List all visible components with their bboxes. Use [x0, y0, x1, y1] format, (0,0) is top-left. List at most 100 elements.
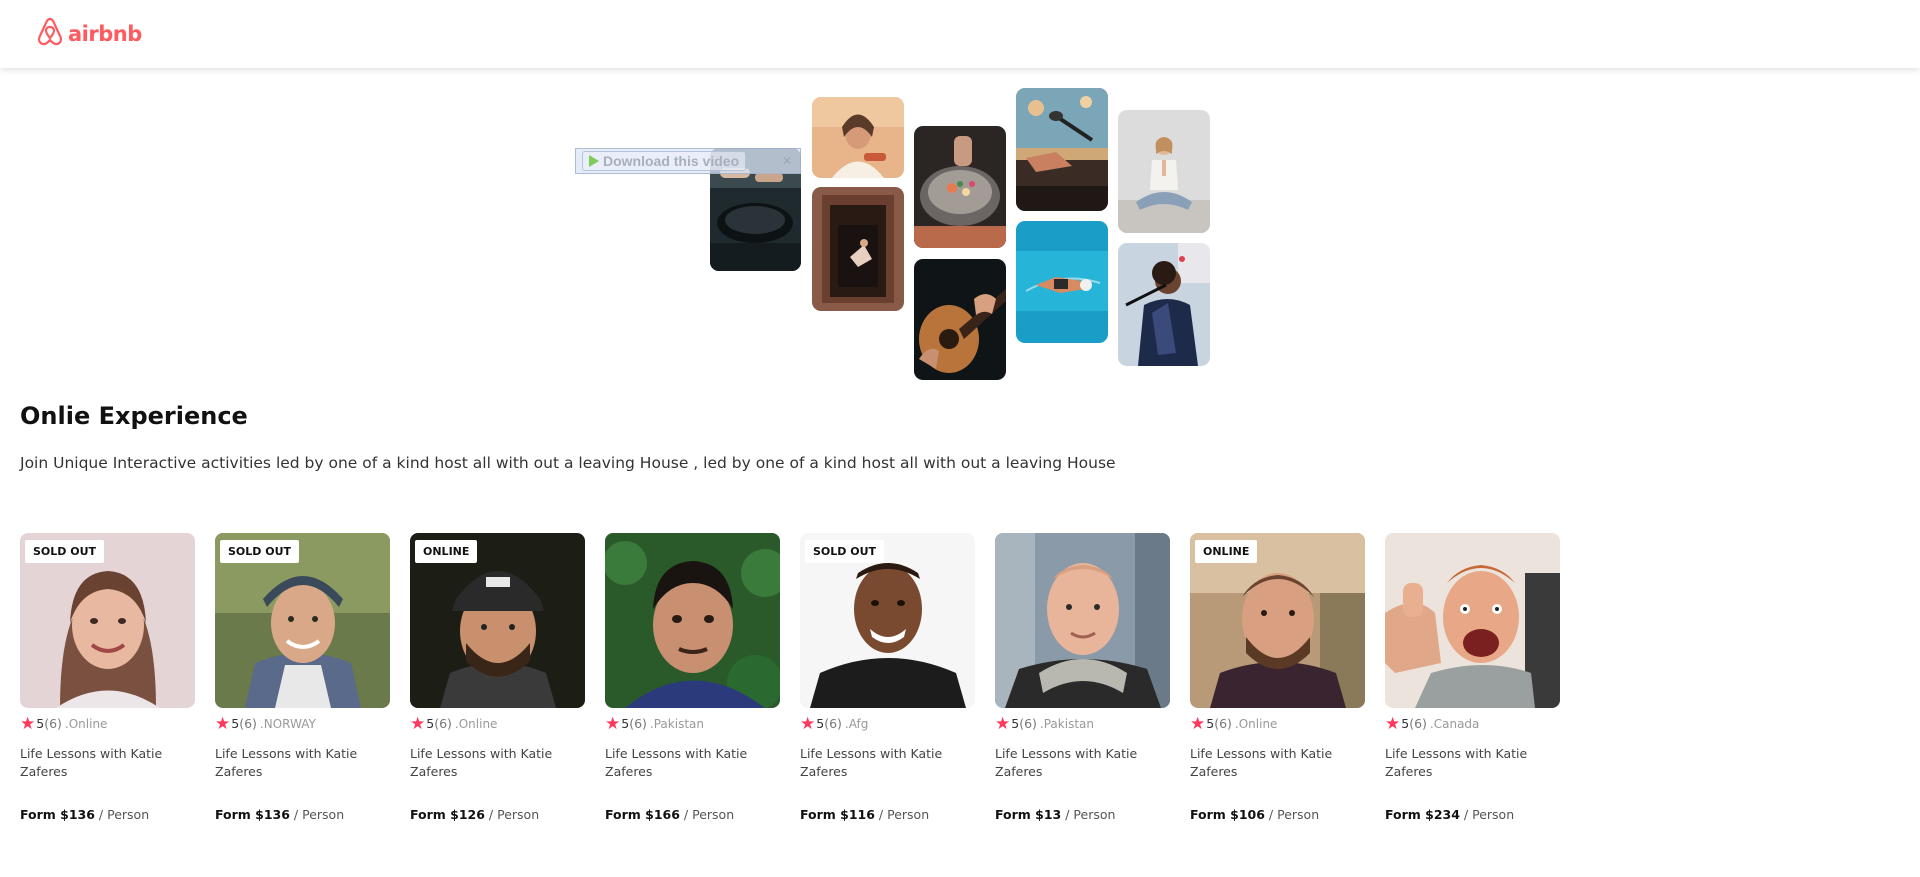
experience-title[interactable]: Life Lessons with Katie Zaferes — [410, 745, 580, 781]
price-row: Form $136 / Person — [20, 807, 149, 822]
experience-title[interactable]: Life Lessons with Katie Zaferes — [1190, 745, 1360, 781]
experience-title[interactable]: Life Lessons with Katie Zaferes — [800, 745, 970, 781]
rating-row: ★ 5 (6) .Pakistan — [995, 713, 1094, 734]
price-value: Form $126 — [410, 807, 485, 822]
price-unit: / Person — [679, 807, 735, 822]
host-photo[interactable]: SOLD OUT — [215, 533, 390, 708]
host-photo[interactable]: ONLINE — [1190, 533, 1365, 708]
photo-food-bowl — [914, 126, 1006, 248]
price-value: Form $136 — [20, 807, 95, 822]
star-icon: ★ — [605, 713, 621, 734]
star-icon: ★ — [410, 713, 426, 734]
photo-doorway-dancer — [812, 187, 904, 311]
experience-card[interactable]: ★ 5 (6) .Pakistan Life Lessons with Kati… — [605, 533, 780, 822]
star-icon: ★ — [215, 713, 231, 734]
star-icon: ★ — [20, 713, 36, 734]
price-unit: / Person — [1061, 807, 1116, 822]
rating-value: 5 — [816, 716, 825, 731]
rating-value: 5 — [1401, 716, 1410, 731]
price-value: Form $116 — [800, 807, 875, 822]
experience-title[interactable]: Life Lessons with Katie Zaferes — [1385, 745, 1555, 781]
host-photo[interactable]: SOLD OUT — [800, 533, 975, 708]
price-row: Form $136 / Person — [215, 807, 344, 822]
photo-yoga — [1118, 110, 1210, 233]
review-count: (6) — [824, 716, 842, 731]
rating-row: ★ 5 (6) .Online — [20, 713, 108, 734]
play-icon — [589, 155, 599, 167]
rating-row: ★ 5 (6) .Afg — [800, 713, 868, 734]
experience-title[interactable]: Life Lessons with Katie Zaferes — [20, 745, 190, 781]
location-label: .NORWAY — [259, 716, 316, 731]
price-unit: / Person — [1264, 807, 1320, 822]
experience-title[interactable]: Life Lessons with Katie Zaferes — [215, 745, 385, 781]
download-video-button[interactable]: Download this video — [582, 151, 747, 171]
rating-row: ★ 5 (6) .Online — [410, 713, 498, 734]
status-badge: SOLD OUT — [25, 540, 105, 563]
star-icon: ★ — [995, 713, 1011, 734]
location-label: .Online — [1234, 716, 1278, 731]
location-label: .Online — [64, 716, 108, 731]
photo-guitar — [914, 259, 1006, 380]
price-value: Form $234 — [1385, 807, 1460, 822]
rating-row: ★ 5 (6) .Pakistan — [605, 713, 704, 734]
close-icon[interactable]: ✕ — [780, 154, 794, 168]
price-row: Form $116 / Person — [800, 807, 929, 822]
experience-card[interactable]: ONLINE ★ 5 (6) .Online Life Lessons with… — [410, 533, 585, 822]
price-value: Form $13 — [995, 807, 1062, 822]
photo-singer — [1118, 243, 1210, 366]
section-title: Onlie Experience — [20, 402, 248, 430]
status-badge: SOLD OUT — [220, 540, 300, 563]
price-value: Form $136 — [215, 807, 290, 822]
host-photo[interactable]: SOLD OUT — [20, 533, 195, 708]
hero-collage: Download this video ✕ — [0, 0, 1920, 390]
star-icon: ★ — [800, 713, 816, 734]
review-count: (6) — [239, 716, 257, 731]
review-count: (6) — [434, 716, 452, 731]
price-unit: / Person — [874, 807, 930, 822]
location-label: .Canada — [1429, 716, 1480, 731]
price-row: Form $106 / Person — [1190, 807, 1319, 822]
review-count: (6) — [1409, 716, 1427, 731]
host-photo[interactable]: ONLINE — [410, 533, 585, 708]
rating-value: 5 — [1206, 716, 1215, 731]
price-value: Form $106 — [1190, 807, 1265, 822]
download-video-bar[interactable]: Download this video ✕ — [575, 148, 801, 174]
experience-card[interactable]: SOLD OUT ★ 5 (6) .Online Life Lessons wi… — [20, 533, 195, 822]
status-badge: ONLINE — [1195, 540, 1258, 563]
experience-card[interactable]: SOLD OUT ★ 5 (6) .Afg Life Lessons with … — [800, 533, 975, 822]
rating-value: 5 — [231, 716, 240, 731]
price-unit: / Person — [94, 807, 150, 822]
host-photo[interactable] — [605, 533, 780, 708]
rating-row: ★ 5 (6) .Canada — [1385, 713, 1480, 734]
photo-swimmer — [1016, 221, 1108, 343]
rating-value: 5 — [1011, 716, 1020, 731]
price-row: Form $13 / Person — [995, 807, 1115, 822]
experience-card[interactable]: ★ 5 (6) .Canada Life Lessons with Katie … — [1385, 533, 1560, 822]
location-label: .Pakistan — [1039, 716, 1094, 731]
host-photo[interactable] — [995, 533, 1170, 708]
star-icon: ★ — [1385, 713, 1401, 734]
review-count: (6) — [44, 716, 62, 731]
download-video-label: Download this video — [603, 153, 740, 169]
experience-card[interactable]: ONLINE ★ 5 (6) .Online Life Lessons with… — [1190, 533, 1365, 822]
experience-title[interactable]: Life Lessons with Katie Zaferes — [995, 745, 1165, 781]
rating-row: ★ 5 (6) .Online — [1190, 715, 1278, 732]
experience-card[interactable]: ★ 5 (6) .Pakistan Life Lessons with Kati… — [995, 533, 1170, 822]
location-label: .Online — [454, 716, 498, 731]
location-label: .Pakistan — [649, 716, 704, 731]
review-count: (6) — [1019, 716, 1037, 731]
experience-title[interactable]: Life Lessons with Katie Zaferes — [605, 745, 775, 781]
price-row: Form $234 / Person — [1385, 807, 1514, 822]
price-unit: / Person — [1459, 807, 1515, 822]
section-description: Join Unique Interactive activities led b… — [20, 454, 1116, 472]
price-unit: / Person — [484, 807, 540, 822]
review-count: (6) — [1214, 716, 1232, 731]
rating-value: 5 — [426, 716, 435, 731]
review-count: (6) — [629, 716, 647, 731]
price-value: Form $166 — [605, 807, 680, 822]
experience-card[interactable]: SOLD OUT ★ 5 (6) .NORWAY Life Lessons wi… — [215, 533, 390, 822]
photo-chef-woman — [812, 97, 904, 178]
experience-cards: SOLD OUT ★ 5 (6) .Online Life Lessons wi… — [20, 533, 1620, 833]
rating-value: 5 — [36, 716, 45, 731]
host-photo[interactable] — [1385, 533, 1560, 708]
